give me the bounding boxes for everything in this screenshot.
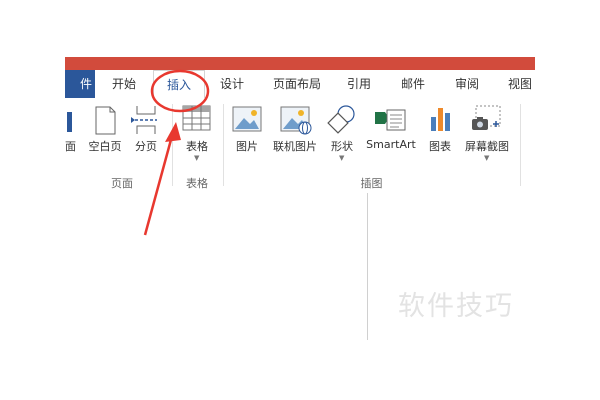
annotation-arrow [143, 135, 174, 236]
arrow-head-icon [165, 122, 181, 142]
annotation-overlay [143, 69, 210, 236]
highlight-circle [150, 69, 210, 113]
word-screenshot: 件 开始 插入 设计 页面布局 引用 邮件 审阅 视图 面 空白页 分页 页面 … [0, 0, 600, 400]
